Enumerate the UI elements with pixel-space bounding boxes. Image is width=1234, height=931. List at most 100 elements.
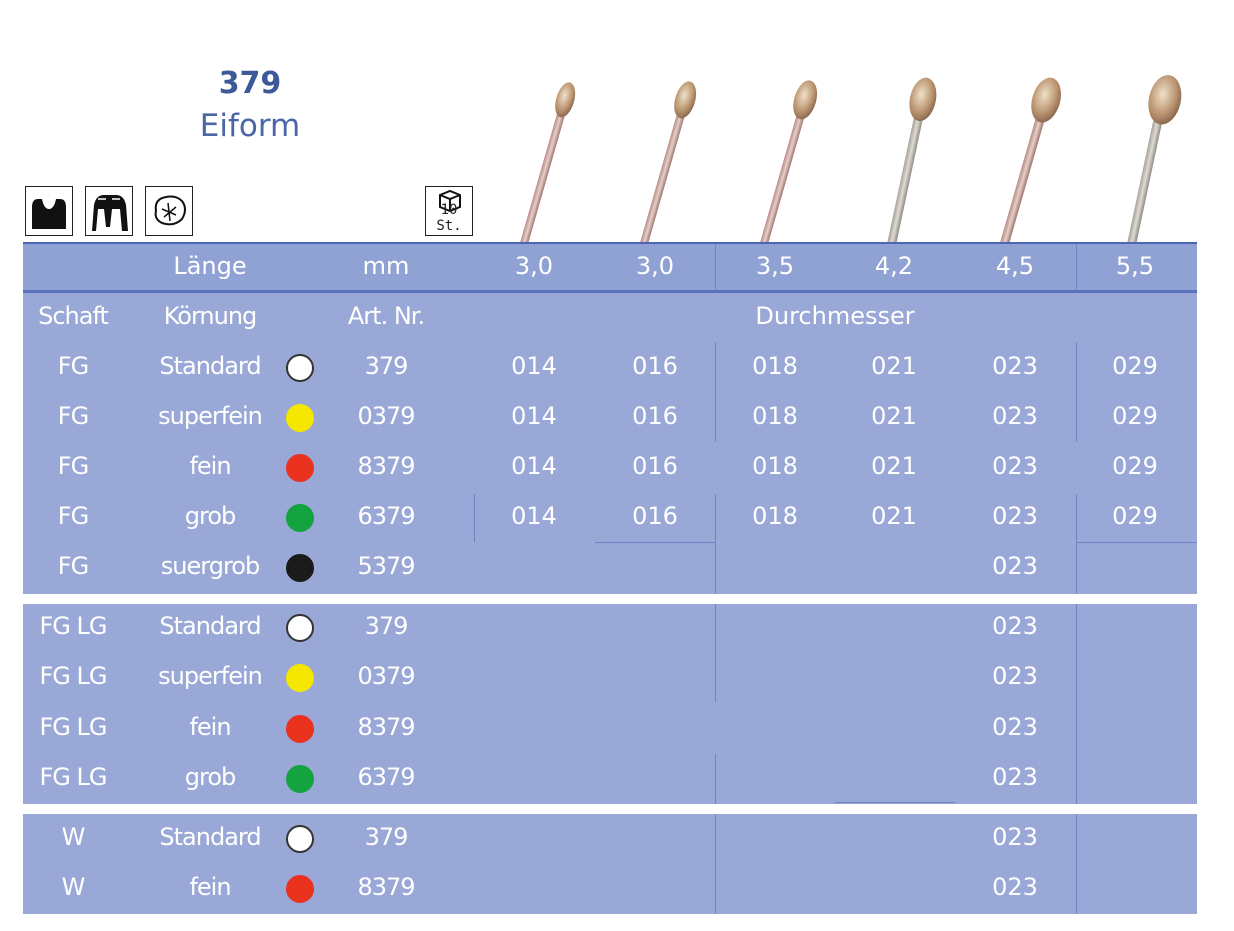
diameter-label: Durchmesser [755,302,915,330]
shank-type-cell: W [61,873,86,901]
product-number: 379 [218,66,282,101]
grit-color-dot [286,765,314,793]
diameter-cell: 018 [752,352,798,380]
article-number-cell: 379 [364,823,409,851]
diameter-cell: 016 [632,352,678,380]
occlusal-surface-icon [145,186,193,236]
article-number-cell: 8379 [357,873,415,901]
length-value: 3,0 [635,252,675,280]
shank-type-cell: FG [57,552,89,580]
diameter-cell: 029 [1112,452,1158,480]
article-number-cell: 0379 [357,662,415,690]
diameter-cell: 023 [992,823,1038,851]
shank-column-label: Schaft [38,302,109,330]
length-value: 3,0 [514,252,554,280]
grit-color-dot [286,404,314,432]
grit-color-dot [286,715,314,743]
length-label: Länge [173,252,247,280]
diameter-cell: 023 [992,452,1038,480]
grit-cell: grob [184,763,237,791]
length-value: 4,2 [874,252,914,280]
bur-3 [759,80,818,245]
diameter-cell: 029 [1112,402,1158,430]
diameter-cell: 018 [752,452,798,480]
shank-type-cell: FG [57,402,89,430]
product-shape-name: Eiform [199,108,301,144]
diameter-cell: 016 [632,452,678,480]
shank-type-cell: FG LG [39,713,108,741]
article-number-cell: 5379 [357,552,415,580]
grit-color-dot [286,614,314,642]
unit-label: mm [362,252,410,280]
grit-cell: fein [189,873,231,901]
shank-type-cell: FG LG [39,662,108,690]
bur-6 [1125,75,1182,245]
article-number-cell: 379 [364,612,409,640]
grit-cell: superfein [158,402,263,430]
grit-cell: fein [189,452,231,480]
header-divider-2 [1076,244,1077,290]
shank-type-cell: FG [57,452,89,480]
pack-size-box: 10 St. [425,186,473,236]
diameter-cell: 023 [992,352,1038,380]
diameter-cell: 018 [752,402,798,430]
diameter-cell: 023 [992,873,1038,901]
diameter-cell: 014 [511,352,557,380]
article-number-label: Art. Nr. [347,302,425,330]
diameter-cell: 014 [511,502,557,530]
diameter-cell: 016 [632,502,678,530]
shank-type-cell: W [61,823,86,851]
shank-type-cell: FG LG [39,612,108,640]
grit-cell: Standard [159,823,261,851]
diameter-cell: 014 [511,402,557,430]
bur-images [519,75,1182,245]
bur-4 [885,77,937,245]
length-value: 4,5 [995,252,1035,280]
diameter-cell: 023 [992,763,1038,791]
grit-color-dot [286,454,314,482]
diameter-cell: 023 [992,612,1038,640]
article-number-cell: 379 [364,352,409,380]
grit-color-dot [286,554,314,582]
diameter-cell: 021 [871,502,917,530]
pack-size-label: 10 St. [436,202,462,234]
diameter-cell: 023 [992,552,1038,580]
article-number-cell: 6379 [357,502,415,530]
diameter-cell: 023 [992,502,1038,530]
grit-color-dot [286,354,314,382]
diameter-cell: 018 [752,502,798,530]
article-number-cell: 0379 [357,402,415,430]
tooth-crown-icon [85,186,133,236]
article-number-cell: 8379 [357,452,415,480]
bur-5 [998,77,1062,245]
length-value: 3,5 [755,252,795,280]
crown-prep-icon [25,186,73,236]
fg-group-panel [23,293,1197,594]
diameter-cell: 023 [992,402,1038,430]
grit-cell: grob [184,502,237,530]
diameter-cell: 029 [1112,502,1158,530]
grit-color-dot [286,504,314,532]
diameter-cell: 016 [632,402,678,430]
article-number-cell: 8379 [357,713,415,741]
diameter-cell: 021 [871,452,917,480]
grit-cell: Standard [159,352,261,380]
diameter-cell: 021 [871,352,917,380]
grit-color-dot [286,664,314,692]
bur-1 [519,82,576,245]
bur-2 [639,81,697,245]
grit-cell: fein [189,713,231,741]
diameter-cell: 021 [871,402,917,430]
grit-cell: suergrob [160,552,260,580]
grit-column-label: Körnung [163,302,258,330]
grit-cell: superfein [158,662,263,690]
length-value: 5,5 [1115,252,1155,280]
diameter-cell: 014 [511,452,557,480]
grit-cell: Standard [159,612,261,640]
diameter-cell: 023 [992,662,1038,690]
shank-type-cell: FG LG [39,763,108,791]
article-number-cell: 6379 [357,763,415,791]
shank-type-cell: FG [57,352,89,380]
diameter-cell: 029 [1112,352,1158,380]
header-divider-1 [715,244,716,290]
